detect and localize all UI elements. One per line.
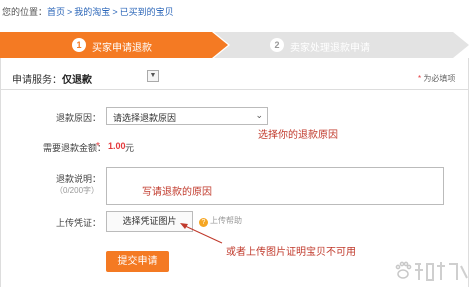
amount-required-star: * [96, 141, 100, 152]
annotation-upload: 或者上传图片证明宝贝不可用 [226, 247, 356, 258]
upload-evidence-button[interactable]: 选择凭证图片 [106, 211, 193, 232]
upload-help-text: 上传帮助 [210, 216, 242, 225]
step-label: 买家申请退款 [92, 43, 152, 54]
submit-button[interactable]: 提交申请 [106, 251, 169, 272]
service-value: 仅退款 [62, 75, 92, 86]
step-number: 2 [270, 38, 284, 52]
refund-amount: 1.00 [108, 141, 126, 151]
step-number: 1 [72, 38, 86, 52]
required-note: * 为必填项 [418, 73, 455, 84]
desc-label: 退款说明： [56, 174, 102, 184]
annotation-desc: 写请退款的原因 [142, 187, 212, 198]
amount-unit: 元 [125, 143, 135, 153]
breadcrumb-prefix: 您的位置： [2, 7, 48, 17]
upload-help-link[interactable]: ? 上传帮助 [199, 215, 242, 227]
service-row: 申请服务：仅退款 ▼ * 为必填项 [0, 62, 469, 90]
chevron-down-icon[interactable]: ▼ [147, 70, 159, 82]
baidu-jingyan-watermark [395, 261, 468, 281]
reason-select-value: 请选择退款原因 [113, 113, 177, 123]
question-icon: ? [199, 218, 208, 227]
required-star: * [418, 74, 422, 83]
upload-label: 上传凭证： [56, 218, 102, 228]
step-seller-process: 2 卖家处理退款申请 [214, 32, 469, 58]
annotation-reason: 选择你的退款原因 [258, 130, 338, 141]
breadcrumb-bought-link[interactable]: 已买到的宝贝 [120, 7, 174, 17]
reason-select[interactable]: 请选择退款原因 ⌄ [106, 107, 268, 125]
breadcrumb-my-taobao-link[interactable]: 我的淘宝 [74, 7, 110, 17]
reason-label: 退款原因： [56, 113, 102, 123]
breadcrumb-separator: > [112, 7, 118, 17]
chevron-down-icon: ⌄ [255, 110, 263, 120]
step-apply-refund: 1 买家申请退款 [0, 32, 228, 58]
service-label-text: 申请服务： [12, 75, 62, 86]
paw-logo [395, 261, 412, 279]
service-label: 申请服务：仅退款 [12, 71, 92, 86]
breadcrumb-separator: > [67, 7, 73, 17]
desc-char-counter: （0/200字） [55, 186, 100, 195]
step-label: 卖家处理退款申请 [290, 43, 370, 54]
required-note-text: 为必填项 [423, 74, 456, 83]
watermark-glyphs [415, 262, 468, 281]
breadcrumb: 您的位置：首页 > 我的淘宝 > 已买到的宝贝 [2, 5, 174, 18]
progress-steps: 1 买家申请退款 2 卖家处理退款申请 [0, 32, 469, 58]
breadcrumb-home-link[interactable]: 首页 [47, 7, 65, 17]
